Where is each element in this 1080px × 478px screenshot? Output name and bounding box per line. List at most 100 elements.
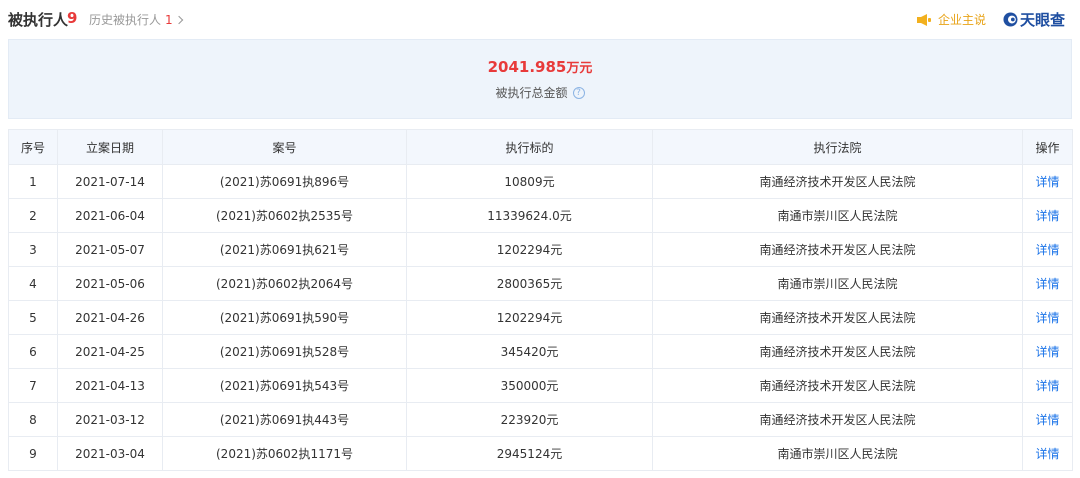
- table-body: 1 2021-07-14 (2021)苏0691执896号 10809元 南通经济技术开…: [8, 164, 1073, 471]
- cell-court: 南通经济技术开发区人民法院: [652, 300, 1023, 335]
- detail-link[interactable]: 详情: [1035, 209, 1059, 223]
- table-row: 3 2021-05-07 (2021)苏0691执621号 1202294元 南通经济技…: [8, 232, 1073, 267]
- cell-date: 2021-05-06: [57, 266, 163, 301]
- column-header-no: 序号: [8, 129, 58, 165]
- table-row: 1 2021-07-14 (2021)苏0691执896号 10809元 南通经济技术开…: [8, 164, 1073, 199]
- cell-court: 南通经济技术开发区人民法院: [652, 232, 1023, 267]
- cell-case-no: (2021)苏0602执1171号: [162, 436, 407, 471]
- cell-amount: 350000元: [406, 368, 653, 403]
- cell-case-no: (2021)苏0691执621号: [162, 232, 407, 267]
- table-row: 7 2021-04-13 (2021)苏0691执543号 350000元 南通经济技术…: [8, 368, 1073, 403]
- total-amount: 2041.985万元: [9, 57, 1071, 76]
- cell-date: 2021-06-04: [57, 198, 163, 233]
- total-amount-label: 被执行总金额: [495, 86, 568, 100]
- column-header-action: 操作: [1022, 129, 1073, 165]
- table-row: 6 2021-04-25 (2021)苏0691执528号 345420元 南通经济技术…: [8, 334, 1073, 369]
- cell-action: 详情: [1022, 300, 1073, 335]
- cell-amount: 1202294元: [406, 300, 653, 335]
- column-header-court: 执行法院: [652, 129, 1023, 165]
- section-title: 被执行人: [8, 11, 69, 29]
- cell-action: 详情: [1022, 402, 1073, 437]
- cell-date: 2021-04-26: [57, 300, 163, 335]
- cell-court: 南通经济技术开发区人民法院: [652, 368, 1023, 403]
- column-header-date: 立案日期: [57, 129, 163, 165]
- detail-link[interactable]: 详情: [1035, 379, 1059, 393]
- cell-amount: 10809元: [406, 164, 653, 199]
- cell-no: 3: [8, 232, 58, 267]
- cell-date: 2021-04-13: [57, 368, 163, 403]
- tianyancha-logo: 天眼查: [1003, 9, 1065, 30]
- column-header-case-no: 案号: [162, 129, 407, 165]
- table-row: 9 2021-03-04 (2021)苏0602执1171号 2945124元 南通市崇…: [8, 436, 1073, 471]
- cell-action: 详情: [1022, 368, 1073, 403]
- cell-case-no: (2021)苏0691执443号: [162, 402, 407, 437]
- speaker-icon: [917, 13, 931, 26]
- history-count: 1: [165, 12, 173, 27]
- enterprise-say-button[interactable]: 企业主说: [917, 11, 986, 28]
- cell-date: 2021-07-14: [57, 164, 163, 199]
- cell-date: 2021-03-04: [57, 436, 163, 471]
- history-label: 历史被执行人: [89, 13, 162, 27]
- table-row: 4 2021-05-06 (2021)苏0602执2064号 2800365元 南通市崇…: [8, 266, 1073, 301]
- detail-link[interactable]: 详情: [1035, 345, 1059, 359]
- cell-action: 详情: [1022, 436, 1073, 471]
- cell-case-no: (2021)苏0691执528号: [162, 334, 407, 369]
- section-header: 被执行人 9 历史被执行人 1 企业主说 天眼查: [0, 0, 1080, 36]
- history-link[interactable]: 历史被执行人 1: [89, 11, 183, 28]
- executed-person-table: 序号 立案日期 案号 执行标的 执行法院 操作 1 2021-07-14 (2021…: [8, 129, 1073, 471]
- cell-no: 4: [8, 266, 58, 301]
- total-amount-label-row: 被执行总金额 ?: [9, 84, 1071, 101]
- table-row: 2 2021-06-04 (2021)苏0602执2535号 11339624.0元南…: [8, 198, 1073, 233]
- total-amount-value: 2041.985: [487, 58, 567, 76]
- table-row: 8 2021-03-12 (2021)苏0691执443号 223920元 南通经济技术…: [8, 402, 1073, 437]
- cell-court: 南通经济技术开发区人民法院: [652, 402, 1023, 437]
- cell-action: 详情: [1022, 198, 1073, 233]
- cell-action: 详情: [1022, 232, 1073, 267]
- cell-no: 8: [8, 402, 58, 437]
- column-header-amount: 执行标的: [406, 129, 653, 165]
- cell-no: 7: [8, 368, 58, 403]
- cell-no: 9: [8, 436, 58, 471]
- detail-link[interactable]: 详情: [1035, 413, 1059, 427]
- table-header-row: 序号 立案日期 案号 执行标的 执行法院 操作: [8, 129, 1073, 165]
- chevron-right-icon: [174, 15, 183, 25]
- total-amount-unit: 万元: [566, 61, 593, 76]
- cell-amount: 223920元: [406, 402, 653, 437]
- cell-case-no: (2021)苏0602执2535号: [162, 198, 407, 233]
- detail-link[interactable]: 详情: [1035, 175, 1059, 189]
- cell-case-no: (2021)苏0691执896号: [162, 164, 407, 199]
- cell-case-no: (2021)苏0602执2064号: [162, 266, 407, 301]
- cell-court: 南通市崇川区人民法院: [652, 436, 1023, 471]
- cell-amount: 345420元: [406, 334, 653, 369]
- table-row: 5 2021-04-26 (2021)苏0691执590号 1202294元 南通经济技…: [8, 300, 1073, 335]
- cell-no: 2: [8, 198, 58, 233]
- section-title-count: 9: [67, 9, 78, 27]
- detail-link[interactable]: 详情: [1035, 447, 1059, 461]
- cell-court: 南通市崇川区人民法院: [652, 198, 1023, 233]
- enterprise-say-label: 企业主说: [938, 13, 987, 27]
- cell-action: 详情: [1022, 164, 1073, 199]
- cell-date: 2021-04-25: [57, 334, 163, 369]
- cell-amount: 2800365元: [406, 266, 653, 301]
- cell-case-no: (2021)苏0691执543号: [162, 368, 407, 403]
- cell-no: 5: [8, 300, 58, 335]
- cell-amount: 2945124元: [406, 436, 653, 471]
- cell-court: 南通市崇川区人民法院: [652, 266, 1023, 301]
- help-icon[interactable]: ?: [572, 86, 585, 99]
- cell-action: 详情: [1022, 334, 1073, 369]
- cell-case-no: (2021)苏0691执590号: [162, 300, 407, 335]
- cell-date: 2021-03-12: [57, 402, 163, 437]
- cell-court: 南通经济技术开发区人民法院: [652, 334, 1023, 369]
- tianyancha-logo-icon: [1003, 12, 1018, 27]
- cell-no: 6: [8, 334, 58, 369]
- cell-date: 2021-05-07: [57, 232, 163, 267]
- logo-text: 天眼查: [1020, 11, 1066, 29]
- detail-link[interactable]: 详情: [1035, 277, 1059, 291]
- detail-link[interactable]: 详情: [1035, 311, 1059, 325]
- cell-amount: 1202294元: [406, 232, 653, 267]
- cell-court: 南通经济技术开发区人民法院: [652, 164, 1023, 199]
- detail-link[interactable]: 详情: [1035, 243, 1059, 257]
- cell-amount: 11339624.0元: [406, 198, 653, 233]
- summary-panel: 2041.985万元 被执行总金额 ?: [8, 39, 1072, 119]
- cell-action: 详情: [1022, 266, 1073, 301]
